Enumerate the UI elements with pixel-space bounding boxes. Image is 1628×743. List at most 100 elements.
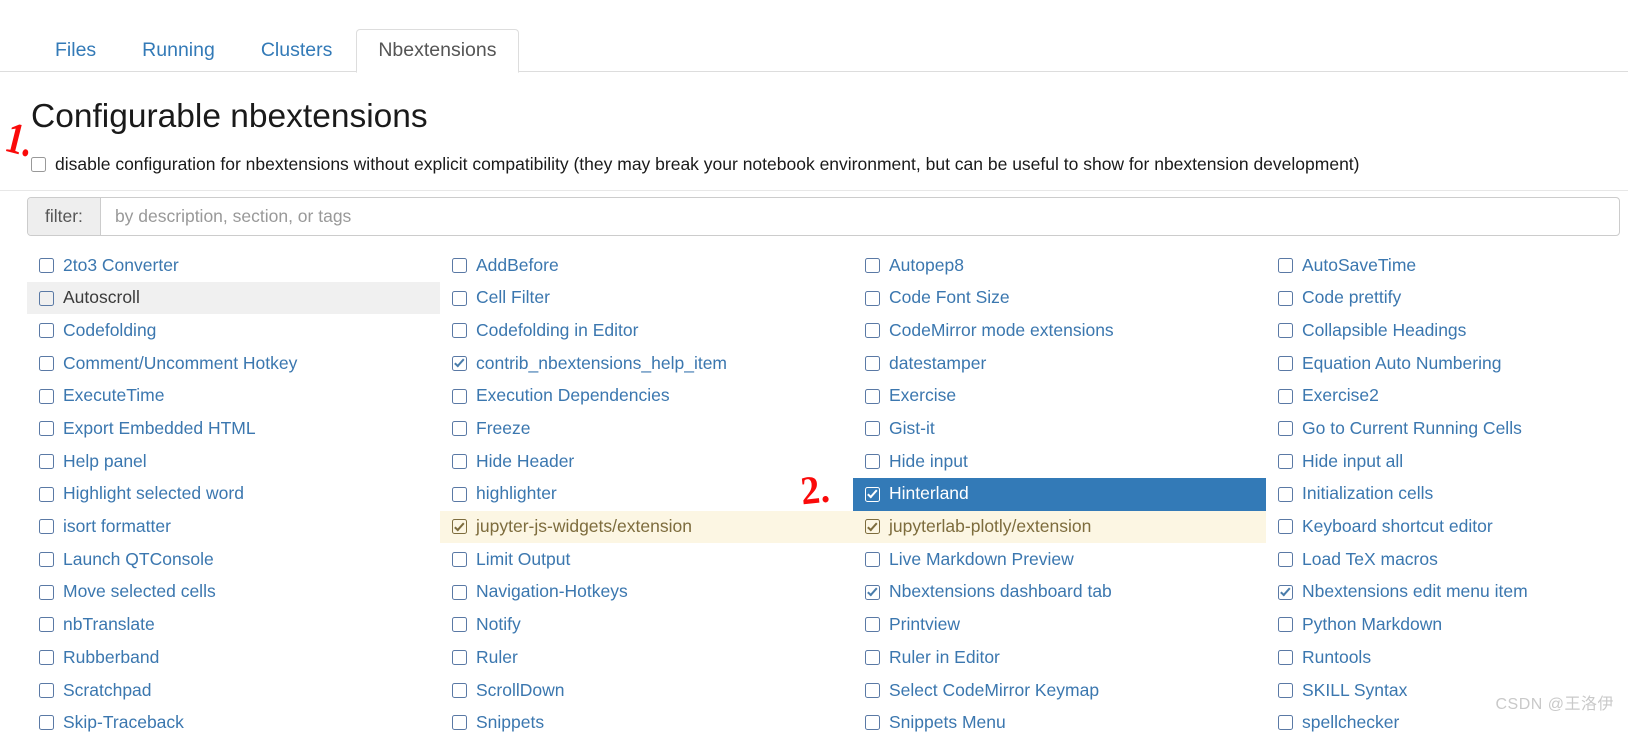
extension-checkbox[interactable] [865, 421, 880, 437]
tab-clusters[interactable]: Clusters [239, 29, 355, 73]
extension-checkbox[interactable] [1278, 355, 1293, 371]
extension-row[interactable]: Collapsible Headings [1266, 314, 1620, 347]
extension-row[interactable]: Autopep8 [853, 249, 1266, 282]
filter-bar[interactable]: filter: [27, 197, 1620, 236]
extension-checkbox[interactable] [452, 323, 467, 339]
extension-row[interactable]: Limit Output [440, 543, 853, 576]
extension-checkbox[interactable] [39, 421, 54, 437]
extension-checkbox[interactable] [39, 486, 54, 502]
extension-row[interactable]: Equation Auto Numbering [1266, 347, 1620, 380]
extension-row[interactable]: Scratchpad [27, 674, 440, 707]
extension-row[interactable]: Navigation-Hotkeys [440, 576, 853, 609]
extension-row[interactable]: Exercise2 [1266, 380, 1620, 413]
extension-checkbox[interactable] [39, 715, 54, 731]
extension-checkbox[interactable] [452, 453, 467, 469]
extension-row[interactable]: Gist-it [853, 412, 1266, 445]
extension-checkbox[interactable] [1278, 290, 1293, 306]
extension-checkbox[interactable] [865, 355, 880, 371]
extension-checkbox[interactable] [1278, 453, 1293, 469]
extension-row[interactable]: Live Markdown Preview [853, 543, 1266, 576]
extension-row[interactable]: Move selected cells [27, 576, 440, 609]
extension-checkbox[interactable] [452, 355, 467, 371]
extension-row[interactable]: AutoSaveTime [1266, 249, 1620, 282]
extension-checkbox[interactable] [1278, 584, 1293, 600]
extension-checkbox[interactable] [1278, 388, 1293, 404]
extension-checkbox[interactable] [452, 715, 467, 731]
extension-checkbox[interactable] [452, 519, 467, 535]
extension-checkbox[interactable] [865, 486, 880, 502]
extension-checkbox[interactable] [452, 290, 467, 306]
extension-checkbox[interactable] [1278, 519, 1293, 535]
extension-row[interactable]: ExecuteTime [27, 380, 440, 413]
extension-row[interactable]: Codefolding in Editor [440, 314, 853, 347]
extension-row[interactable]: Highlight selected word [27, 478, 440, 511]
extension-row[interactable]: jupyter-js-widgets/extension [440, 510, 853, 544]
extension-checkbox[interactable] [1278, 486, 1293, 502]
extension-checkbox[interactable] [39, 584, 54, 600]
extension-row[interactable]: Nbextensions edit menu item [1266, 576, 1620, 609]
extension-checkbox[interactable] [452, 682, 467, 698]
extension-row[interactable]: Codefolding [27, 314, 440, 347]
tab-nbextensions[interactable]: Nbextensions [356, 28, 519, 73]
extension-checkbox[interactable] [452, 486, 467, 502]
extension-checkbox[interactable] [452, 388, 467, 404]
extension-checkbox[interactable] [39, 519, 54, 535]
extension-row[interactable]: Printview [853, 609, 1266, 642]
extension-checkbox[interactable] [1278, 650, 1293, 666]
extension-checkbox[interactable] [865, 617, 880, 633]
extension-row[interactable]: Rubberband [27, 641, 440, 674]
extension-row[interactable]: isort formatter [27, 511, 440, 544]
extension-row[interactable]: Runtools [1266, 641, 1620, 674]
extension-checkbox[interactable] [39, 388, 54, 404]
extension-checkbox[interactable] [452, 552, 467, 568]
extension-checkbox[interactable] [39, 453, 54, 469]
extension-row[interactable]: Export Embedded HTML [27, 412, 440, 445]
extension-row[interactable]: Code prettify [1266, 282, 1620, 315]
extension-checkbox[interactable] [452, 421, 467, 437]
extension-row[interactable]: Hide Header [440, 445, 853, 478]
extension-row[interactable]: Launch QTConsole [27, 543, 440, 576]
extension-row[interactable]: Ruler [440, 641, 853, 674]
extension-checkbox[interactable] [1278, 715, 1293, 731]
extension-row[interactable]: Exercise [853, 380, 1266, 413]
extension-row[interactable]: nbTranslate [27, 609, 440, 642]
disable-config-checkbox[interactable] [31, 157, 46, 173]
extension-row[interactable]: Load TeX macros [1266, 543, 1620, 576]
extension-checkbox[interactable] [39, 650, 54, 666]
extension-checkbox[interactable] [39, 355, 54, 371]
extension-checkbox[interactable] [39, 552, 54, 568]
extension-row[interactable]: Cell Filter [440, 282, 853, 315]
extension-row[interactable]: Execution Dependencies [440, 380, 853, 413]
extension-checkbox[interactable] [39, 290, 54, 306]
extension-row[interactable]: Hide input [853, 445, 1266, 478]
extension-checkbox[interactable] [1278, 257, 1293, 273]
extension-row[interactable]: Freeze [440, 412, 853, 445]
extension-row[interactable]: Hinterland [853, 477, 1266, 511]
extension-row[interactable]: Code Font Size [853, 282, 1266, 315]
filter-input[interactable] [100, 198, 1619, 235]
extension-checkbox[interactable] [865, 388, 880, 404]
extension-checkbox[interactable] [452, 584, 467, 600]
extension-row[interactable]: Snippets [440, 707, 853, 740]
extension-row[interactable]: Notify [440, 609, 853, 642]
extension-checkbox[interactable] [865, 552, 880, 568]
extension-checkbox[interactable] [39, 682, 54, 698]
extension-row[interactable]: Go to Current Running Cells [1266, 412, 1620, 445]
extension-checkbox[interactable] [865, 584, 880, 600]
extension-checkbox[interactable] [865, 519, 880, 535]
extension-checkbox[interactable] [39, 257, 54, 273]
extension-row[interactable]: Ruler in Editor [853, 641, 1266, 674]
extension-row[interactable]: Comment/Uncomment Hotkey [27, 347, 440, 380]
extension-checkbox[interactable] [865, 323, 880, 339]
extension-checkbox[interactable] [1278, 682, 1293, 698]
extension-row[interactable]: ScrollDown [440, 674, 853, 707]
extension-row[interactable]: Hide input all [1266, 445, 1620, 478]
extension-checkbox[interactable] [865, 650, 880, 666]
extension-checkbox[interactable] [865, 715, 880, 731]
extension-row[interactable]: datestamper [853, 347, 1266, 380]
extension-row[interactable]: Skip-Traceback [27, 707, 440, 740]
extension-row[interactable]: Help panel [27, 445, 440, 478]
extension-row[interactable]: AddBefore [440, 249, 853, 282]
extension-row[interactable]: Autoscroll [27, 281, 440, 315]
tab-files[interactable]: Files [33, 29, 118, 73]
